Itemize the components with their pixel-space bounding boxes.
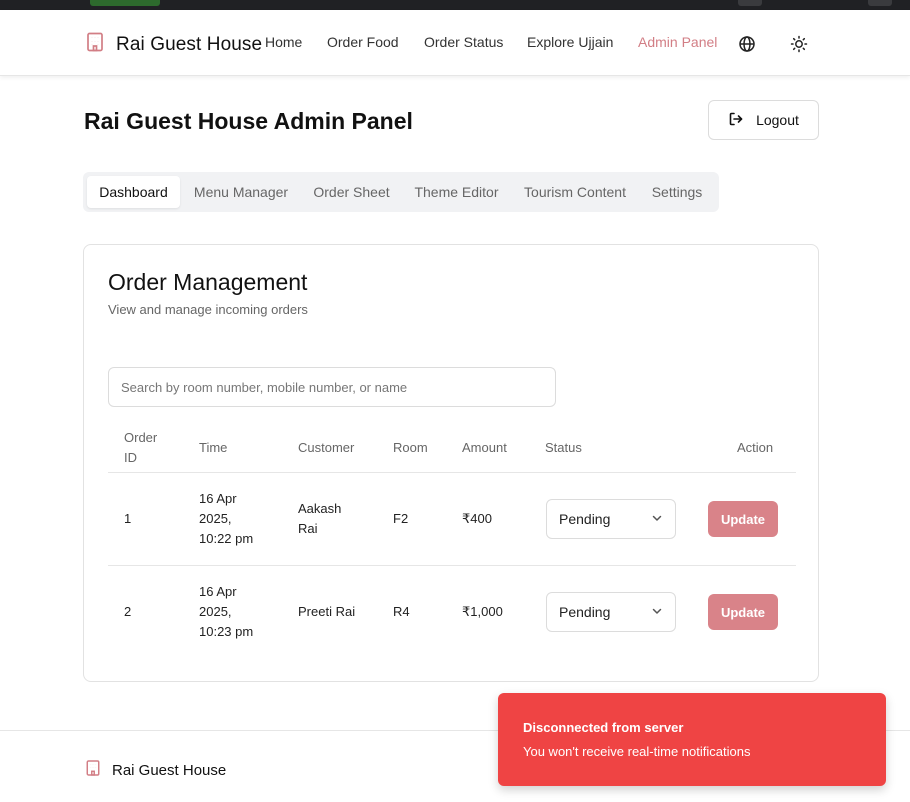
logout-label: Logout — [756, 112, 799, 128]
tab-menu-manager[interactable]: Menu Manager — [183, 176, 299, 208]
browser-top-strip — [0, 0, 910, 10]
page-title: Rai Guest House Admin Panel — [84, 108, 413, 134]
main-nav: Home Order Food Order Status Explore Ujj… — [0, 34, 910, 54]
column-header-order-id: Order ID — [124, 430, 158, 465]
tab-dashboard[interactable]: Dashboard — [87, 176, 180, 208]
nav-explore-ujjain[interactable]: Explore Ujjain — [527, 34, 613, 50]
status-select[interactable]: Pending — [546, 499, 676, 539]
sun-icon[interactable] — [790, 35, 808, 53]
disconnected-toast[interactable]: Disconnected from server You won't recei… — [498, 693, 886, 786]
nav-admin-panel[interactable]: Admin Panel — [638, 34, 717, 50]
chevron-down-icon — [651, 604, 663, 620]
status-select-value: Pending — [559, 604, 611, 620]
navbar: Rai Guest House Home Order Food Order St… — [0, 10, 910, 76]
order-amount: ₹1,000 — [462, 604, 503, 619]
footer-brand-name: Rai Guest House — [112, 762, 227, 779]
browser-toolbar-button[interactable] — [738, 0, 762, 6]
order-time: 16 Apr 2025, 10:23 pm — [199, 584, 254, 639]
card-subtitle: View and manage incoming orders — [108, 302, 308, 317]
column-header-time: Time — [199, 440, 228, 455]
toast-title: Disconnected from server — [523, 720, 684, 735]
column-header-action: Action — [737, 440, 774, 455]
column-header-room: Room — [393, 440, 428, 455]
nav-order-food[interactable]: Order Food — [327, 34, 399, 50]
status-select[interactable]: Pending — [546, 592, 676, 632]
column-header-customer: Customer — [298, 440, 355, 455]
logout-button[interactable]: Logout — [708, 100, 819, 140]
table-divider — [108, 565, 796, 566]
order-id: 2 — [124, 604, 132, 619]
column-header-status: Status — [545, 440, 582, 455]
chevron-down-icon — [651, 511, 663, 527]
order-management-card: Order Management View and manage incomin… — [83, 244, 819, 682]
tab-tourism-content[interactable]: Tourism Content — [515, 176, 635, 208]
tab-settings[interactable]: Settings — [643, 176, 711, 208]
toast-message: You won't receive real-time notification… — [523, 744, 751, 759]
nav-order-status[interactable]: Order Status — [424, 34, 503, 50]
footer-brand: Rai Guest House — [84, 759, 226, 782]
logout-icon — [728, 111, 744, 130]
building-icon — [84, 759, 102, 782]
order-time: 16 Apr 2025, 10:22 pm — [199, 491, 254, 546]
table-divider — [108, 472, 796, 473]
tab-order-sheet[interactable]: Order Sheet — [305, 176, 398, 208]
card-title: Order Management — [108, 269, 308, 295]
order-room: F2 — [393, 511, 409, 526]
update-button[interactable]: Update — [708, 594, 778, 630]
order-customer: Preeti Rai — [298, 604, 356, 619]
order-amount: ₹400 — [462, 511, 492, 526]
order-id: 1 — [124, 511, 132, 526]
status-select-value: Pending — [559, 511, 611, 527]
globe-icon[interactable] — [738, 35, 756, 53]
admin-tabs: Dashboard Menu Manager Order Sheet Theme… — [83, 172, 719, 212]
update-button[interactable]: Update — [708, 501, 778, 537]
tab-theme-editor[interactable]: Theme Editor — [405, 176, 508, 208]
nav-home[interactable]: Home — [265, 34, 302, 50]
order-room: R4 — [393, 604, 410, 619]
column-header-amount: Amount — [462, 440, 507, 455]
search-input[interactable] — [108, 367, 556, 407]
browser-toolbar-button[interactable] — [868, 0, 892, 6]
browser-tab-indicator — [90, 0, 160, 6]
order-customer: Aakash Rai — [298, 501, 342, 536]
